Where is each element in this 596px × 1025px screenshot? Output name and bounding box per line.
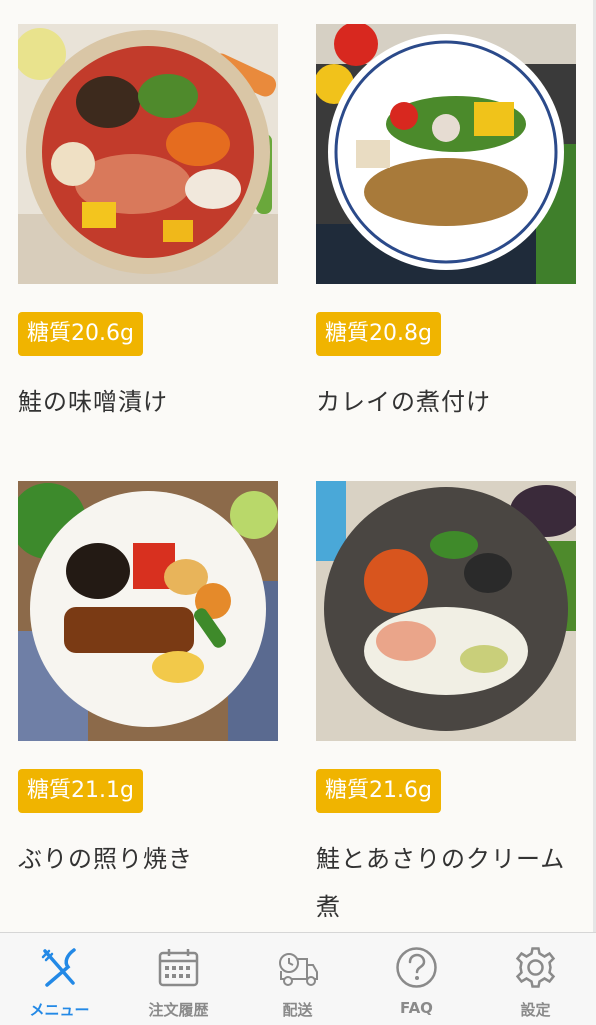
dish-name[interactable]: カレイの煮付け bbox=[316, 378, 566, 426]
tab-menu[interactable]: メニュー bbox=[0, 933, 119, 1025]
tab-menu-label: メニュー bbox=[29, 1001, 90, 1019]
carb-badge: 糖質21.6g bbox=[316, 769, 441, 813]
dish-photo[interactable] bbox=[18, 24, 278, 284]
carb-badge: 糖質20.6g bbox=[18, 312, 143, 356]
tab-delivery-label: 配送 bbox=[282, 1001, 313, 1019]
tab-faq[interactable]: FAQ bbox=[357, 933, 476, 1025]
truck-icon bbox=[279, 953, 318, 986]
dish-name[interactable]: ぶりの照り焼き bbox=[18, 835, 268, 883]
dish-name[interactable]: 鮭とあさりのクリーム煮 bbox=[316, 835, 566, 931]
dish-photo[interactable] bbox=[316, 481, 576, 741]
tab-order-history[interactable]: 注文履歴 bbox=[119, 933, 238, 1025]
gear-icon bbox=[515, 947, 556, 988]
fork-knife-icon bbox=[41, 948, 76, 987]
calendar-icon bbox=[158, 949, 199, 987]
tab-settings-label: 設定 bbox=[520, 1001, 551, 1019]
tab-bar: メニュー 注文履歴 配送 FAQ 設定 bbox=[0, 932, 596, 1025]
dish-photo[interactable] bbox=[18, 481, 278, 741]
dish-photo[interactable] bbox=[316, 24, 576, 284]
tab-settings[interactable]: 設定 bbox=[476, 933, 595, 1025]
carb-badge: 糖質20.8g bbox=[316, 312, 441, 356]
tab-delivery[interactable]: 配送 bbox=[238, 933, 357, 1025]
tab-order-history-label: 注文履歴 bbox=[148, 1001, 209, 1019]
menu-grid: 糖質20.6g 鮭の味噌漬け 糖質20.8g カレイの煮付け 糖質21.1g ぶ… bbox=[0, 0, 596, 932]
tab-faq-label: FAQ bbox=[400, 999, 433, 1017]
carb-badge: 糖質21.1g bbox=[18, 769, 143, 813]
dish-name[interactable]: 鮭の味噌漬け bbox=[18, 378, 268, 426]
question-circle-icon bbox=[396, 947, 437, 988]
